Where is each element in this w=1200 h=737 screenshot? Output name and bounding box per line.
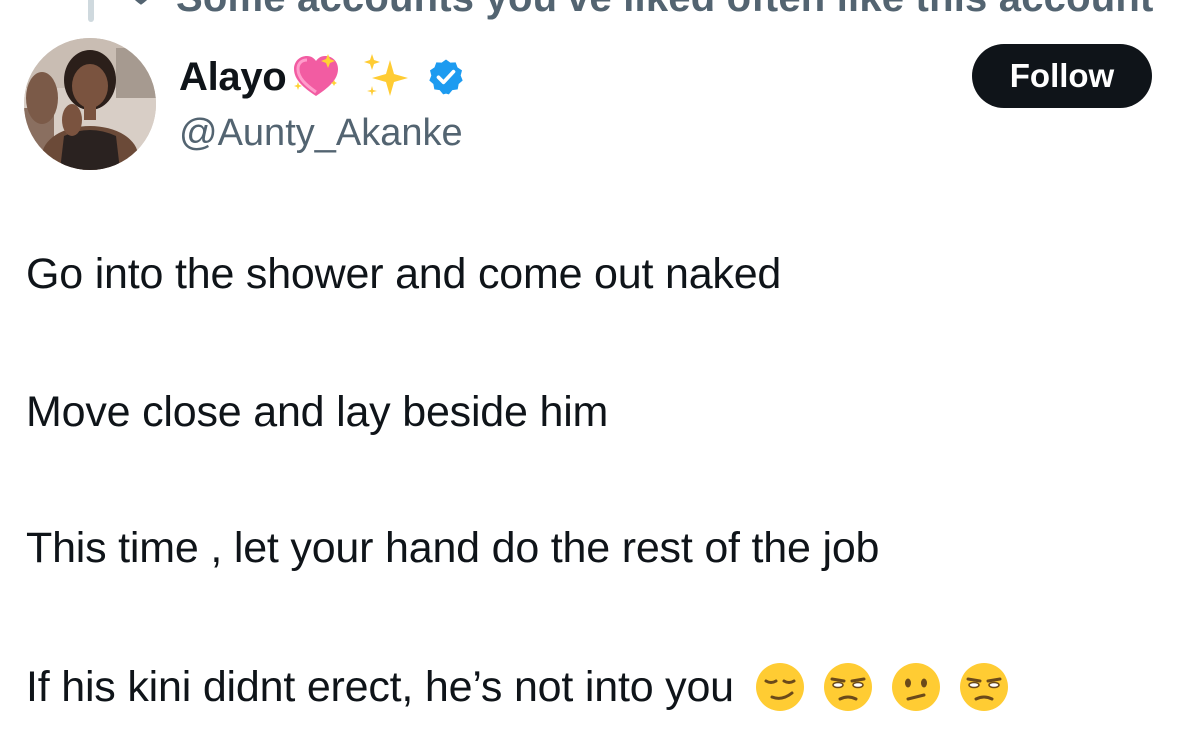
social-context-text: Some accounts you've liked often like th… [176, 0, 1154, 21]
follow-button[interactable]: Follow [972, 44, 1152, 108]
author-handle[interactable]: @Aunty_Akanke [179, 112, 463, 155]
tweet-text-line: This time , let your hand do the rest of… [26, 524, 880, 572]
confused-face-emoji [891, 663, 940, 711]
tweet-text-line: If his kini didnt erect, he’s not into y… [26, 662, 734, 711]
unamused-face-emoji [823, 663, 872, 711]
sparkling-heart-emoji [294, 54, 339, 96]
tweet-text-line: Move close and lay beside him [26, 388, 609, 436]
tweet-text-line: Go into the shower and come out naked [26, 250, 782, 298]
tweet-text-line-with-emojis: If his kini didnt erect, he’s not into y… [26, 662, 1010, 712]
sparkles-emoji [364, 54, 409, 96]
thread-connector-line [88, 0, 94, 22]
author-name-row[interactable]: Alayo [179, 52, 466, 102]
smirking-face-emoji [755, 663, 804, 711]
unamused-face-emoji [959, 663, 1008, 711]
verified-badge-icon[interactable] [426, 57, 466, 97]
social-context: Some accounts you've liked often like th… [0, 0, 1200, 24]
avatar[interactable] [24, 38, 156, 170]
display-name[interactable]: Alayo [179, 55, 287, 100]
profile-photo [24, 38, 156, 170]
heart-icon [134, 0, 148, 5]
